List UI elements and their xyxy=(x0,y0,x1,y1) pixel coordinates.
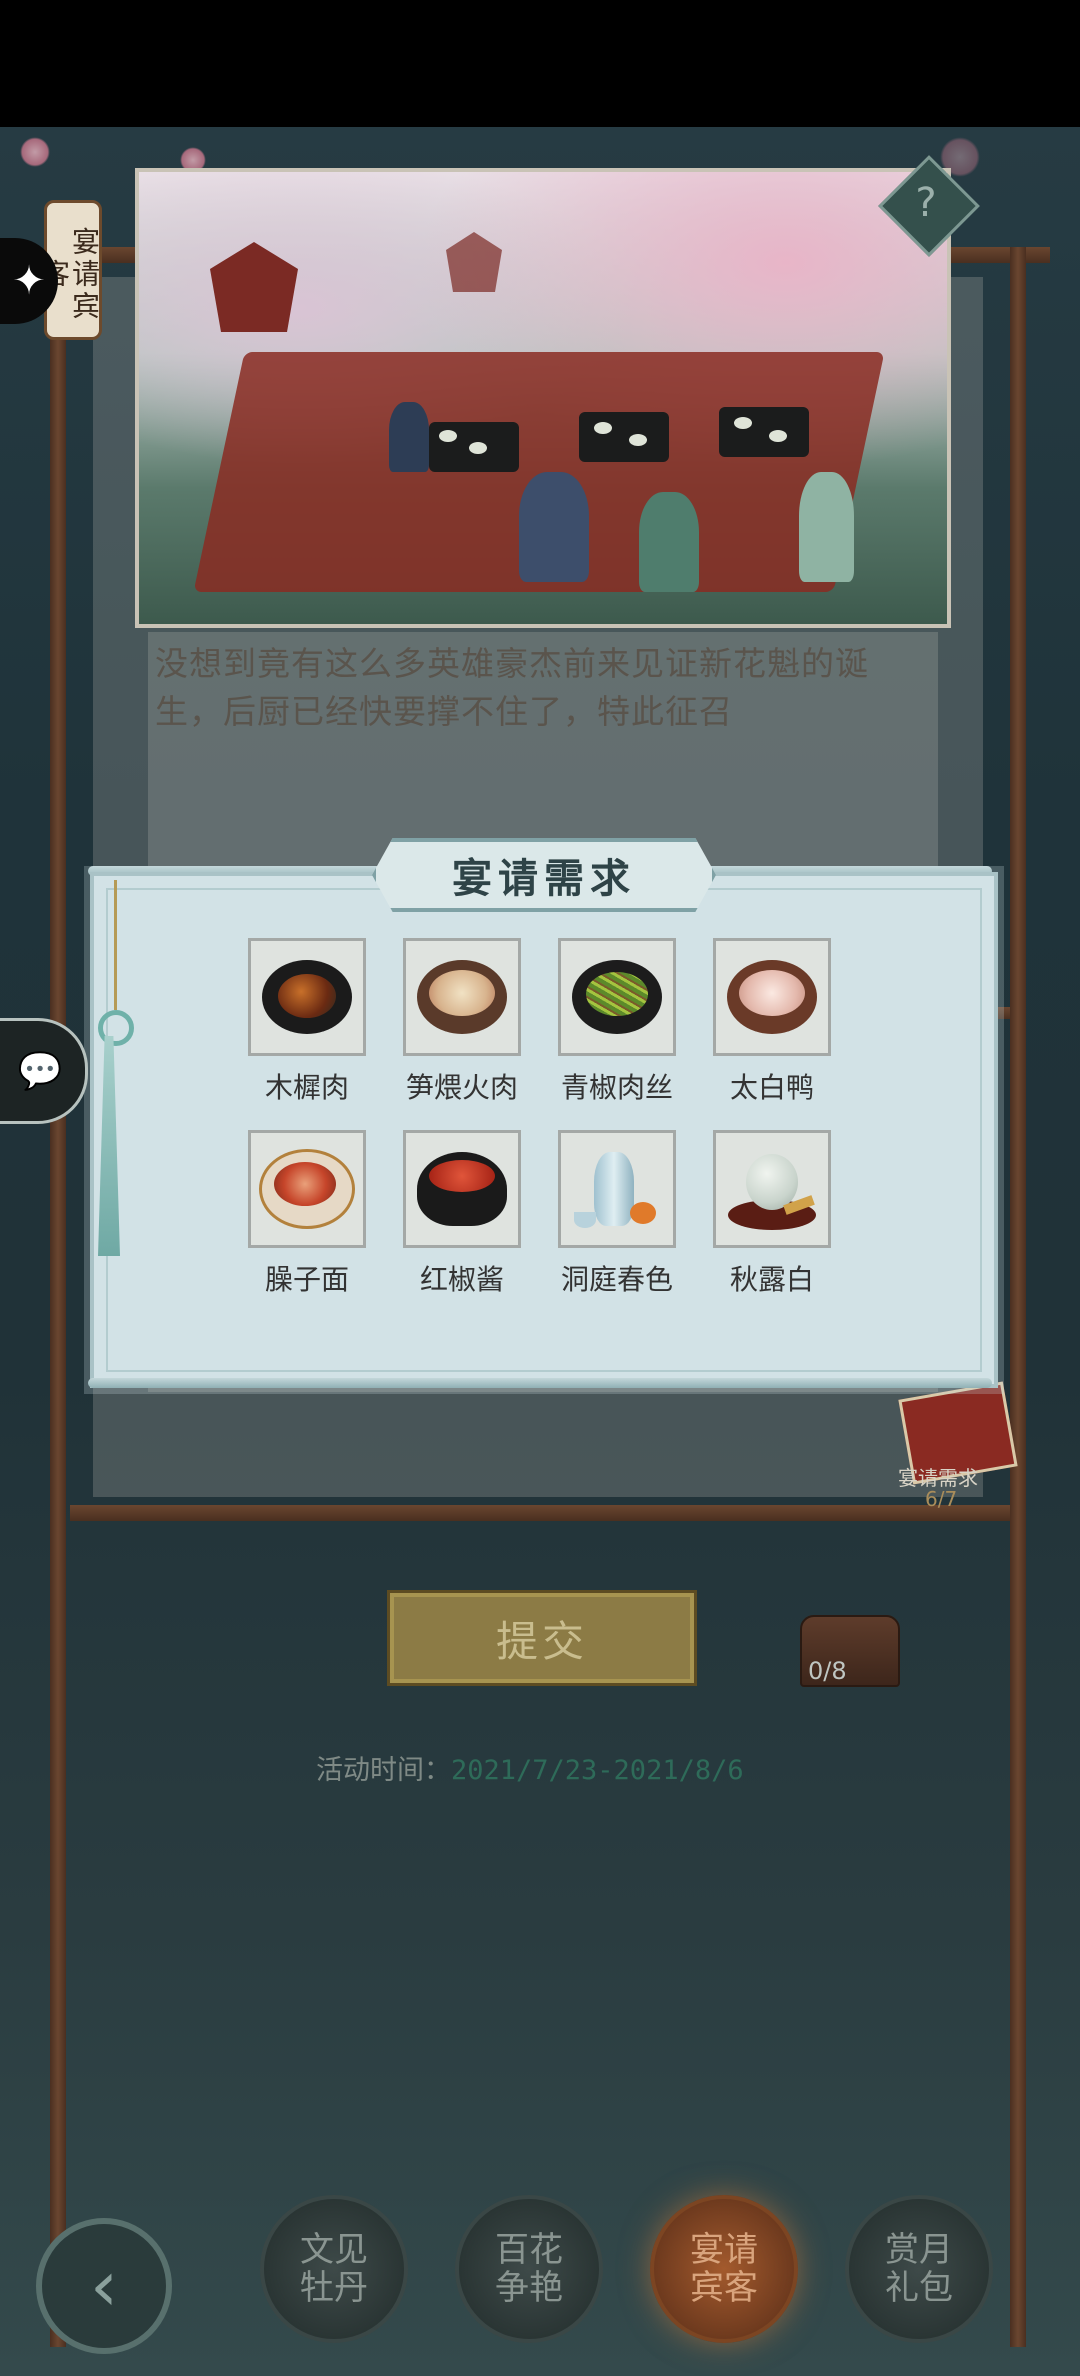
submit-button[interactable]: 提交 xyxy=(387,1590,697,1686)
activity-label: 活动时间： xyxy=(316,1755,451,1786)
dish-illustration xyxy=(769,430,787,442)
jade-ring-icon xyxy=(98,1010,134,1046)
dish-illustration xyxy=(469,442,487,454)
teapot-tray-icon xyxy=(724,1144,820,1234)
blossom-decoration xyxy=(20,137,50,167)
item-name: 青椒肉丝 xyxy=(560,1071,673,1104)
right-post xyxy=(1010,247,1026,2347)
guest-figure xyxy=(519,472,589,582)
item-frame xyxy=(403,938,521,1056)
food-item[interactable]: 臊子面 xyxy=(248,1130,366,1298)
dish-illustration xyxy=(629,434,647,446)
tassel-cord xyxy=(114,880,117,1010)
item-frame xyxy=(403,1130,521,1248)
dish-illustration xyxy=(439,430,457,442)
pagoda-illustration xyxy=(210,242,298,332)
modal-border xyxy=(106,888,982,1372)
guest-figure xyxy=(799,472,854,582)
story-text: 没想到竟有这么多英雄豪杰前来见证新花魁的诞生，后厨已经快要撑不住了，特此征召 xyxy=(155,644,869,731)
item-frame xyxy=(558,938,676,1056)
pagoda-illustration xyxy=(446,232,502,292)
food-item[interactable]: 太白鸭 xyxy=(713,938,831,1106)
item-frame xyxy=(713,938,831,1056)
nav-tab-wenjian-mudan[interactable]: 文见 牡丹 xyxy=(260,2195,408,2343)
guest-figure xyxy=(639,492,699,592)
activity-time: 活动时间：2021/7/23-2021/8/6 xyxy=(316,1748,744,1787)
nav-tab-shangyue-libao[interactable]: 赏月 礼包 xyxy=(845,2195,993,2343)
nav-tab-label: 文见 牡丹 xyxy=(300,2230,368,2308)
banquet-table xyxy=(579,412,669,462)
food-item[interactable]: 红椒酱 xyxy=(403,1130,521,1298)
nav-tab-label: 百花 争艳 xyxy=(495,2230,563,2308)
requirement-count: 6/7 xyxy=(925,1487,958,1511)
porcelain-wine-set-icon xyxy=(572,1144,662,1234)
item-name: 秋露白 xyxy=(729,1263,814,1296)
noodle-bowl-icon xyxy=(259,1149,355,1229)
nav-tab-baihua-zhengyan[interactable]: 百花 争艳 xyxy=(455,2195,603,2343)
bamboo-ham-stew-icon xyxy=(417,960,507,1034)
item-name: 臊子面 xyxy=(264,1263,349,1296)
activity-date: 2021/7/23-2021/8/6 xyxy=(451,1755,744,1786)
pepper-pork-shreds-icon xyxy=(572,960,662,1034)
nav-tab-yanqing-binke[interactable]: 宴请 宾客 xyxy=(650,2195,798,2343)
food-item[interactable]: 木樨肉 xyxy=(248,938,366,1106)
guest-figure xyxy=(389,402,429,472)
dish-illustration xyxy=(734,417,752,429)
banquet-requirement-modal[interactable] xyxy=(90,872,998,1388)
item-frame xyxy=(558,1130,676,1248)
help-icon: ? xyxy=(915,180,937,226)
item-frame xyxy=(248,1130,366,1248)
nav-tab-label: 宴请 宾客 xyxy=(690,2230,758,2308)
item-name: 笋煨火肉 xyxy=(405,1071,518,1104)
item-frame xyxy=(248,938,366,1056)
food-item[interactable]: 洞庭春色 xyxy=(558,1130,676,1298)
item-name: 太白鸭 xyxy=(729,1071,814,1104)
dish-illustration xyxy=(594,422,612,434)
modal-title-text: 宴请需求 xyxy=(452,855,636,902)
banquet-scene-image xyxy=(135,168,951,628)
back-button[interactable]: ‹ xyxy=(36,2218,172,2354)
nav-tab-label: 赏月 礼包 xyxy=(885,2230,953,2308)
red-pepper-sauce-icon xyxy=(417,1152,507,1226)
item-name: 木樨肉 xyxy=(264,1071,349,1104)
taibai-duck-icon xyxy=(727,960,817,1034)
stir-fry-pork-icon xyxy=(262,960,352,1034)
food-item[interactable]: 青椒肉丝 xyxy=(558,938,676,1106)
item-name: 洞庭春色 xyxy=(560,1263,673,1296)
chest-count: 0/8 xyxy=(808,1657,847,1685)
modal-title: 宴请需求 xyxy=(372,838,716,912)
food-item[interactable]: 秋露白 xyxy=(713,1130,831,1298)
item-frame xyxy=(713,1130,831,1248)
banquet-table xyxy=(719,407,809,457)
status-bar xyxy=(0,0,1080,127)
item-name: 红椒酱 xyxy=(419,1263,504,1296)
chevron-left-icon: ‹ xyxy=(90,2245,118,2327)
food-item[interactable]: 笋煨火肉 xyxy=(403,938,521,1106)
bottom-beam xyxy=(70,1505,1010,1521)
left-post xyxy=(50,247,66,2347)
scroll-rod-bottom xyxy=(88,1378,992,1388)
